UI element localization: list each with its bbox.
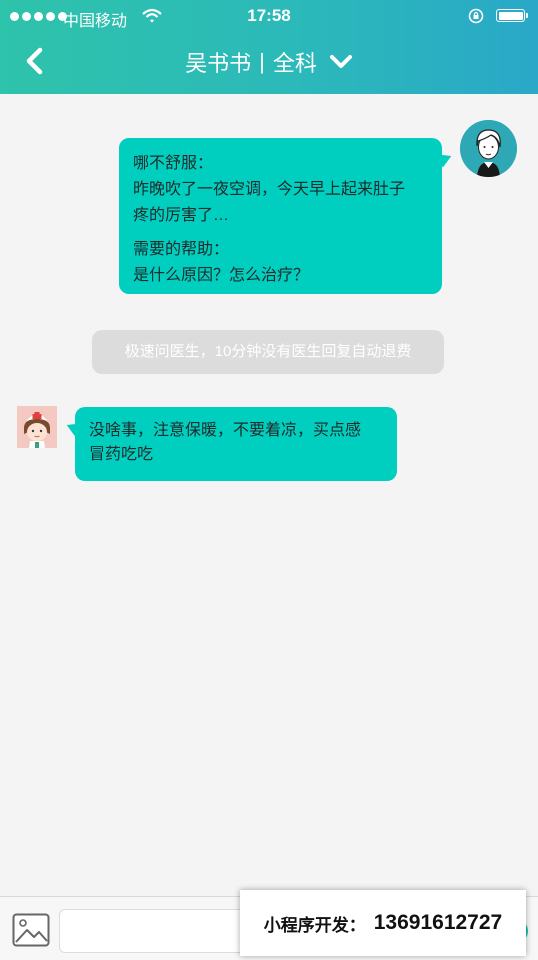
- patient-avatar[interactable]: [460, 120, 517, 177]
- status-bar: 中国移动 17:58: [0, 0, 538, 34]
- user-portrait-icon: [460, 120, 517, 177]
- message-input[interactable]: [59, 909, 249, 953]
- message-line: 昨晚吹了一夜空调，今天早上起来肚子: [133, 181, 406, 198]
- message-line: 需要的帮助：: [133, 241, 230, 258]
- doctor-message-bubble[interactable]: 没啥事，注意保暖，不要着凉，买点感 冒药吃吃: [75, 407, 397, 481]
- message-line: 疼的厉害了…: [133, 207, 230, 224]
- image-icon[interactable]: [12, 913, 50, 947]
- status-time: 17:58: [247, 6, 291, 25]
- message-line: 是什么原因？怎么治疗？: [133, 267, 310, 284]
- orientation-lock-icon: [468, 8, 484, 24]
- message-line: 冒药吃吃: [89, 446, 154, 463]
- chevron-down-icon[interactable]: [329, 54, 353, 70]
- battery-icon: [496, 9, 528, 22]
- promo-phone: 13691612727: [373, 911, 503, 934]
- doctor-avatar[interactable]: [17, 406, 57, 448]
- promo-label: 小程序开发：: [263, 915, 366, 935]
- system-notice: 极速问医生，10分钟没有医生回复自动退费: [92, 330, 444, 374]
- message-line: 没啥事，注意保暖，不要着凉，买点感: [89, 422, 362, 439]
- title-separator: |: [259, 49, 265, 74]
- page-title[interactable]: 吴书书 | 全科: [0, 46, 538, 78]
- promo-banner: 小程序开发： 13691612727: [240, 890, 526, 956]
- department-name: 全科: [272, 51, 317, 76]
- message-line: 哪不舒服：: [133, 155, 214, 172]
- patient-message-bubble[interactable]: 哪不舒服： 昨晚吹了一夜空调，今天早上起来肚子 疼的厉害了… 需要的帮助： 是什…: [119, 138, 442, 294]
- header-bar: 中国移动 17:58 吴书书 | 全科: [0, 0, 538, 94]
- doctor-name: 吴书书: [185, 51, 252, 76]
- nurse-portrait-icon: [17, 406, 57, 448]
